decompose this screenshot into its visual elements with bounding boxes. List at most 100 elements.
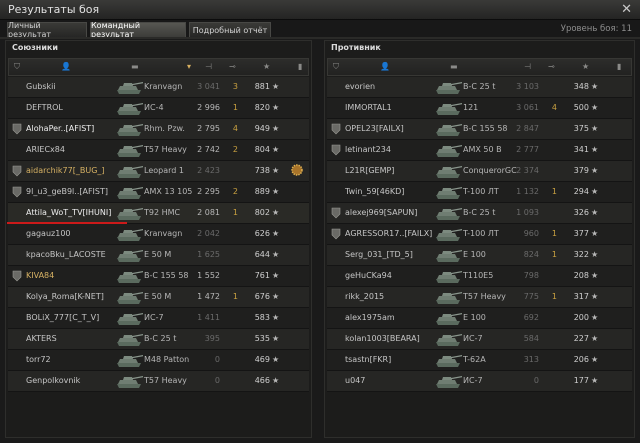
platoon-icon bbox=[331, 123, 341, 135]
damage-icon[interactable]: ⊣ bbox=[524, 62, 531, 71]
table-row[interactable]: IMMORTAL1 121 3 061 4 500 ★ bbox=[327, 98, 632, 119]
player-name[interactable]: ARIECx84 bbox=[26, 145, 65, 154]
medal-icon[interactable]: ▮ bbox=[617, 62, 621, 71]
table-row[interactable]: torr72 M48 Patton 0 469 ★ bbox=[8, 350, 309, 371]
player-name[interactable]: tsastn[FKR] bbox=[345, 355, 391, 364]
player-name[interactable]: IMMORTAL1 bbox=[345, 103, 392, 112]
player-name[interactable]: kolan1003[BEARA] bbox=[345, 334, 420, 343]
table-row[interactable]: aidarchik77[_BUG_] Leopard 1 2 423 738 ★ bbox=[8, 161, 309, 182]
table-row[interactable]: KIVA84 B-C 155 58 1 552 761 ★ bbox=[8, 266, 309, 287]
player-name[interactable]: evorien bbox=[345, 82, 375, 91]
player-name[interactable]: DEFTROL bbox=[26, 103, 63, 112]
table-row[interactable]: Attila_WoT_TV[IHUNI] T92 HMC 2 081 1 802 ★ bbox=[8, 203, 309, 224]
player-name[interactable]: Twin_59[46KD] bbox=[345, 187, 404, 196]
tank-name: ИС-4 bbox=[144, 103, 164, 112]
table-row[interactable]: AlohaPer..[AFIST] Rhm. Pzw. 2 795 4 949 ★ bbox=[8, 119, 309, 140]
table-row[interactable]: rikk_2015 T57 Heavy 775 1 317 ★ bbox=[327, 287, 632, 308]
player-name[interactable]: u047 bbox=[345, 376, 365, 385]
experience-value: 375 bbox=[573, 124, 589, 133]
player-name[interactable]: Attila_WoT_TV[IHUNI] bbox=[26, 208, 111, 217]
damage-value: 798 bbox=[523, 271, 539, 280]
medal-icon[interactable]: ▮ bbox=[298, 62, 302, 71]
table-row[interactable]: 9l_u3_geB9l..[AFIST] AMX 13 105 2 295 2 889 ★ bbox=[8, 182, 309, 203]
allies-column-header: ⛉ 👤 ▬ ▾ ⊣ ⊸ ★ ▮ bbox=[8, 58, 309, 76]
table-row[interactable]: alexej969[SAPUN] B-C 25 t 1 093 326 ★ bbox=[327, 203, 632, 224]
tank-name: Rhm. Pzw. bbox=[144, 124, 185, 133]
tank-silhouette-icon bbox=[436, 355, 462, 367]
player-name[interactable]: Gubskii bbox=[26, 82, 56, 91]
tab-personal-result[interactable]: Личный результат bbox=[7, 21, 87, 39]
platoon-icon bbox=[331, 228, 341, 240]
table-row[interactable]: letinant234 AMX 50 B 2 777 341 ★ bbox=[327, 140, 632, 161]
frags-icon[interactable]: ⊸ bbox=[229, 62, 236, 71]
table-row[interactable]: L21R[GEMP] ConquerorGC 2 374 379 ★ bbox=[327, 161, 632, 182]
star-icon: ★ bbox=[591, 271, 599, 280]
damage-icon[interactable]: ⊣ bbox=[205, 62, 212, 71]
experience-value: 889 bbox=[254, 187, 270, 196]
table-row[interactable]: kpacoBku_LACOSTE E 50 M 1 625 644 ★ bbox=[8, 245, 309, 266]
player-name[interactable]: alex1975am bbox=[345, 313, 395, 322]
player-name[interactable]: letinant234 bbox=[345, 145, 391, 154]
table-row[interactable]: Gubskii Kranvagn 3 041 3 881 ★ bbox=[8, 77, 309, 98]
star-icon: ★ bbox=[591, 355, 599, 364]
table-row[interactable]: alex1975am E 100 692 200 ★ bbox=[327, 308, 632, 329]
player-name[interactable]: BOLiX_777[C_T_V] bbox=[26, 313, 99, 322]
player-name[interactable]: kpacoBku_LACOSTE bbox=[26, 250, 106, 259]
table-row[interactable]: gagauz100 Kranvagn 2 042 626 ★ bbox=[8, 224, 309, 245]
player-name[interactable]: L21R[GEMP] bbox=[345, 166, 394, 175]
player-name[interactable]: OPEL23[FAILX] bbox=[345, 124, 404, 133]
tab-team-result[interactable]: Командный результат bbox=[90, 21, 186, 39]
table-row[interactable]: DEFTROL ИС-4 2 996 1 820 ★ bbox=[8, 98, 309, 119]
player-name[interactable]: KIVA84 bbox=[26, 271, 54, 280]
experience-value: 802 bbox=[254, 208, 270, 217]
player-name[interactable]: AlohaPer..[AFIST] bbox=[26, 124, 94, 133]
star-icon: ★ bbox=[272, 208, 280, 217]
table-row[interactable]: Kolya_Roma[K-NET] E 50 M 1 472 1 676 ★ bbox=[8, 287, 309, 308]
player-name[interactable]: gagauz100 bbox=[26, 229, 71, 238]
player-name[interactable]: aidarchik77[_BUG_] bbox=[26, 166, 105, 175]
damage-value: 395 bbox=[204, 334, 220, 343]
close-icon[interactable]: ✕ bbox=[621, 2, 632, 17]
player-name[interactable]: Genpolkovnik bbox=[26, 376, 80, 385]
frags-icon[interactable]: ⊸ bbox=[548, 62, 555, 71]
medal-icon[interactable] bbox=[290, 163, 304, 177]
table-row[interactable]: Genpolkovnik T57 Heavy 0 466 ★ bbox=[8, 371, 309, 392]
table-row[interactable]: ARIECx84 T57 Heavy 2 742 2 804 ★ bbox=[8, 140, 309, 161]
table-row[interactable]: u047 ИС-7 0 177 ★ bbox=[327, 371, 632, 392]
sort-desc-icon: ▾ bbox=[187, 62, 192, 71]
player-name[interactable]: Serg_031_[TD_5] bbox=[345, 250, 413, 259]
player-icon[interactable]: 👤 bbox=[380, 62, 390, 71]
star-icon: ★ bbox=[591, 250, 599, 259]
star-icon: ★ bbox=[272, 187, 280, 196]
table-row[interactable]: AKTERS B-C 25 t 395 535 ★ bbox=[8, 329, 309, 350]
star-icon: ★ bbox=[272, 376, 280, 385]
table-row[interactable]: Twin_59[46KD] T-100 ЛТ 1 132 1 294 ★ bbox=[327, 182, 632, 203]
damage-value: 2 423 bbox=[197, 166, 220, 175]
damage-value: 960 bbox=[523, 229, 539, 238]
table-row[interactable]: BOLiX_777[C_T_V] ИС-7 1 411 583 ★ bbox=[8, 308, 309, 329]
player-name[interactable]: Kolya_Roma[K-NET] bbox=[26, 292, 104, 301]
table-row[interactable]: evorien B-C 25 t 3 103 348 ★ bbox=[327, 77, 632, 98]
star-icon: ★ bbox=[591, 292, 599, 301]
experience-icon[interactable]: ★ bbox=[582, 62, 589, 71]
tank-icon[interactable]: ▬ bbox=[450, 62, 458, 71]
table-row[interactable]: AGRESSOR17..[FAILX] T-100 ЛТ 960 1 377 ★ bbox=[327, 224, 632, 245]
player-icon[interactable]: 👤 bbox=[61, 62, 71, 71]
player-name[interactable]: geHuCKa94 bbox=[345, 271, 392, 280]
player-name[interactable]: rikk_2015 bbox=[345, 292, 384, 301]
player-name[interactable]: AKTERS bbox=[26, 334, 57, 343]
player-name[interactable]: AGRESSOR17..[FAILX] bbox=[345, 229, 432, 238]
experience-value: 379 bbox=[573, 166, 589, 175]
table-row[interactable]: kolan1003[BEARA] ИС-7 584 227 ★ bbox=[327, 329, 632, 350]
table-row[interactable]: geHuCKa94 T110E5 798 208 ★ bbox=[327, 266, 632, 287]
experience-icon[interactable]: ★ bbox=[263, 62, 270, 71]
table-row[interactable]: Serg_031_[TD_5] E 100 824 1 322 ★ bbox=[327, 245, 632, 266]
tab-detailed-report[interactable]: Подробный отчёт bbox=[189, 22, 271, 37]
table-row[interactable]: tsastn[FKR] T-62A 313 206 ★ bbox=[327, 350, 632, 371]
tank-icon[interactable]: ▬ bbox=[131, 62, 139, 71]
player-name[interactable]: 9l_u3_geB9l..[AFIST] bbox=[26, 187, 108, 196]
tank-silhouette-icon bbox=[117, 229, 143, 241]
table-row[interactable]: OPEL23[FAILX] B-C 155 58 2 847 375 ★ bbox=[327, 119, 632, 140]
player-name[interactable]: alexej969[SAPUN] bbox=[345, 208, 417, 217]
player-name[interactable]: torr72 bbox=[26, 355, 51, 364]
